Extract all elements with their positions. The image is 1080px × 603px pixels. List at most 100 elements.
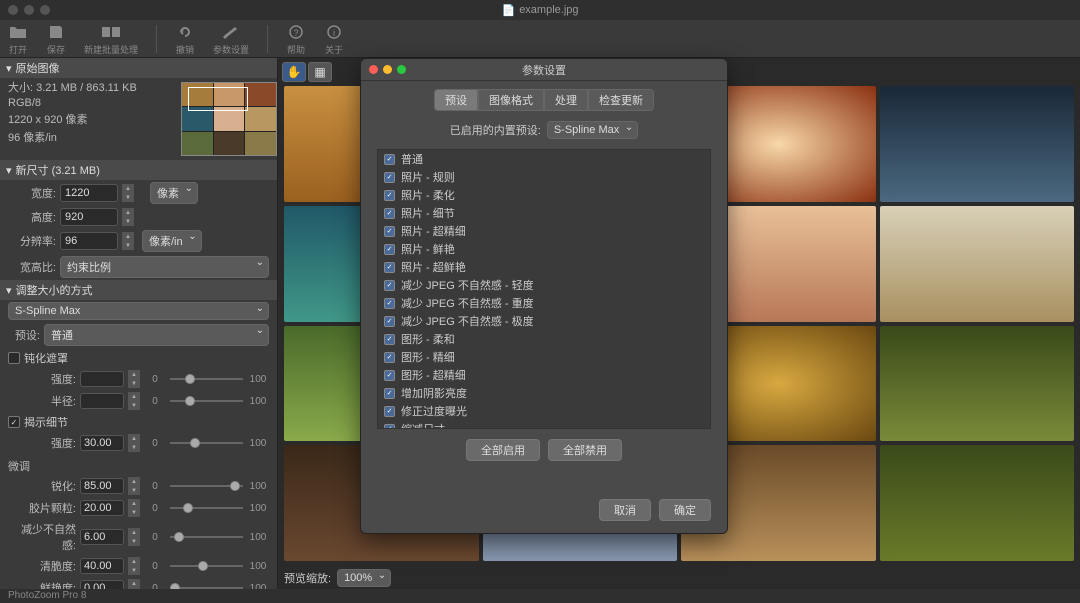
preset-checkbox[interactable]: ✓ (384, 154, 395, 165)
preset-list-item[interactable]: ✓减少 JPEG 不自然感 - 重度 (378, 294, 710, 312)
um-radius-slider[interactable] (170, 394, 243, 408)
preset-method-select[interactable]: S-Spline Max (547, 121, 638, 139)
save-button[interactable]: 保存 (46, 22, 66, 56)
resolution-stepper[interactable]: ▲▼ (122, 232, 134, 250)
um-radius-input[interactable] (80, 393, 124, 409)
aspect-select[interactable]: 约束比例 (60, 256, 269, 278)
undo-button[interactable]: 撤销 (175, 22, 195, 56)
ok-button[interactable]: 确定 (659, 499, 711, 521)
preset-checkbox[interactable]: ✓ (384, 370, 395, 381)
preset-checkbox[interactable]: ✓ (384, 244, 395, 255)
prefs-button[interactable]: 参数设置 (213, 22, 249, 56)
vivid-stepper[interactable]: ▲▼ (128, 579, 140, 589)
vivid-slider[interactable] (170, 581, 243, 589)
preview-zoom-select[interactable]: 100% (337, 569, 391, 587)
preset-checkbox[interactable]: ✓ (384, 280, 395, 291)
preset-list-item[interactable]: ✓照片 - 超精细 (378, 222, 710, 240)
preset-list-item[interactable]: ✓普通 (378, 150, 710, 168)
reveal-detail-checkbox[interactable]: ✓ (8, 416, 20, 428)
preset-list-item[interactable]: ✓照片 - 鲜艳 (378, 240, 710, 258)
dialog-minimize-icon[interactable] (383, 65, 392, 74)
hand-tool-button[interactable]: ✋ (282, 62, 306, 82)
navigator-thumbnail[interactable] (181, 82, 277, 156)
resolution-unit-select[interactable]: 像素/in (142, 230, 202, 252)
preset-checkbox[interactable]: ✓ (384, 352, 395, 363)
preset-checkbox[interactable]: ✓ (384, 406, 395, 417)
preset-checkbox[interactable]: ✓ (384, 424, 395, 430)
preset-checkbox[interactable]: ✓ (384, 226, 395, 237)
size-unit-select[interactable]: 像素 (150, 182, 198, 204)
resize-method-header[interactable]: ▾ 调整大小的方式 (0, 280, 277, 300)
dialog-zoom-icon[interactable] (397, 65, 406, 74)
preset-checkbox[interactable]: ✓ (384, 298, 395, 309)
navigator-viewport[interactable] (188, 87, 248, 111)
original-image-header[interactable]: ▾ 原始图像 (0, 58, 277, 78)
unsharp-mask-checkbox[interactable] (8, 352, 20, 364)
preset-checkbox[interactable]: ✓ (384, 334, 395, 345)
preset-list[interactable]: ✓普通✓照片 - 规则✓照片 - 柔化✓照片 - 细节✓照片 - 超精细✓照片 … (377, 149, 711, 429)
sharpen-input[interactable] (80, 478, 124, 494)
preset-list-item[interactable]: ✓减少 JPEG 不自然感 - 轻度 (378, 276, 710, 294)
preset-select[interactable]: 普通 (44, 324, 269, 346)
width-input[interactable] (60, 184, 118, 202)
grain-stepper[interactable]: ▲▼ (128, 499, 140, 517)
sharpen-slider[interactable] (170, 479, 243, 493)
cancel-button[interactable]: 取消 (599, 499, 651, 521)
reveal-strength-slider[interactable] (170, 436, 243, 450)
preset-list-item[interactable]: ✓缩减尺寸 (378, 420, 710, 429)
preset-list-item[interactable]: ✓照片 - 细节 (378, 204, 710, 222)
artifact-input[interactable] (80, 529, 124, 545)
about-button[interactable]: i 关于 (324, 22, 344, 56)
um-radius-stepper[interactable]: ▲▼ (128, 392, 140, 410)
tab-check-update[interactable]: 检查更新 (588, 89, 654, 111)
help-button[interactable]: ? 帮助 (286, 22, 306, 56)
width-stepper[interactable]: ▲▼ (122, 184, 134, 202)
preset-list-item[interactable]: ✓照片 - 规则 (378, 168, 710, 186)
preset-checkbox[interactable]: ✓ (384, 172, 395, 183)
open-button[interactable]: 打开 (8, 22, 28, 56)
tab-processing[interactable]: 处理 (544, 89, 588, 111)
marquee-tool-button[interactable]: ▦ (308, 62, 332, 82)
preset-checkbox[interactable]: ✓ (384, 190, 395, 201)
new-size-header[interactable]: ▾ 新尺寸 (3.21 MB) (0, 160, 277, 180)
preset-checkbox[interactable]: ✓ (384, 316, 395, 327)
disable-all-button[interactable]: 全部禁用 (548, 439, 622, 461)
preset-list-item[interactable]: ✓增加阴影亮度 (378, 384, 710, 402)
preset-list-item[interactable]: ✓图形 - 柔和 (378, 330, 710, 348)
um-strength-slider[interactable] (170, 372, 243, 386)
height-input[interactable] (60, 208, 118, 226)
resize-algo-select[interactable]: S-Spline Max (8, 302, 269, 320)
minimize-window-icon[interactable] (24, 5, 34, 15)
grain-slider[interactable] (170, 501, 243, 515)
artifact-stepper[interactable]: ▲▼ (128, 528, 140, 546)
tab-presets[interactable]: 预设 (434, 89, 478, 111)
tab-image-format[interactable]: 图像格式 (478, 89, 544, 111)
batch-button[interactable]: 新建批量处理 (84, 22, 138, 56)
crisp-stepper[interactable]: ▲▼ (128, 557, 140, 575)
preset-list-item[interactable]: ✓照片 - 柔化 (378, 186, 710, 204)
preset-list-item[interactable]: ✓图形 - 精细 (378, 348, 710, 366)
preset-list-item[interactable]: ✓修正过度曝光 (378, 402, 710, 420)
close-window-icon[interactable] (8, 5, 18, 15)
crisp-slider[interactable] (170, 559, 243, 573)
um-strength-input[interactable] (80, 371, 124, 387)
preset-list-item[interactable]: ✓减少 JPEG 不自然感 - 极度 (378, 312, 710, 330)
preset-checkbox[interactable]: ✓ (384, 262, 395, 273)
preset-checkbox[interactable]: ✓ (384, 208, 395, 219)
preset-checkbox[interactable]: ✓ (384, 388, 395, 399)
maximize-window-icon[interactable] (40, 5, 50, 15)
dialog-close-icon[interactable] (369, 65, 378, 74)
reveal-strength-stepper[interactable]: ▲▼ (128, 434, 140, 452)
grain-input[interactable] (80, 500, 124, 516)
vivid-input[interactable] (80, 580, 124, 589)
um-strength-stepper[interactable]: ▲▼ (128, 370, 140, 388)
artifact-slider[interactable] (170, 530, 243, 544)
crisp-input[interactable] (80, 558, 124, 574)
reveal-strength-input[interactable] (80, 435, 124, 451)
enable-all-button[interactable]: 全部启用 (466, 439, 540, 461)
sharpen-stepper[interactable]: ▲▼ (128, 477, 140, 495)
resolution-input[interactable] (60, 232, 118, 250)
height-stepper[interactable]: ▲▼ (122, 208, 134, 226)
preset-list-item[interactable]: ✓照片 - 超鲜艳 (378, 258, 710, 276)
preset-list-item[interactable]: ✓图形 - 超精细 (378, 366, 710, 384)
